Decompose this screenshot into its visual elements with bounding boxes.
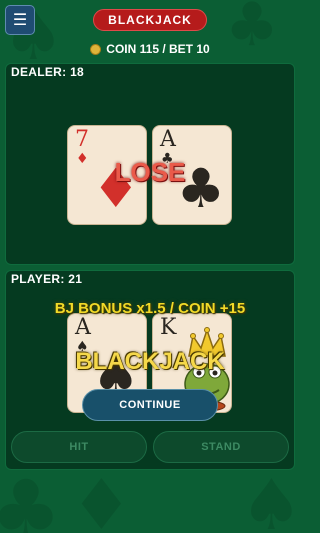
- card-rank: K: [160, 315, 177, 340]
- spade-background-icon: ♠: [240, 464, 300, 533]
- bonus-text: BJ BONUS x1.5 / COIN +15: [54, 300, 246, 317]
- card-rank: A: [75, 315, 91, 340]
- dealer-score-label: DEALER: 18: [11, 65, 85, 79]
- coin-bet-text: COIN 115 / BET 10: [106, 42, 210, 56]
- lose-result-text: LOSE: [114, 157, 186, 187]
- coin-bet-display: COIN 115 / BET 10: [0, 40, 300, 58]
- club-background-icon: ♣: [0, 463, 62, 533]
- coin-icon: [90, 43, 102, 55]
- card-rank: 7: [75, 127, 89, 152]
- hamburger-menu-icon: ☰: [12, 12, 28, 29]
- continue-button[interactable]: CONTINUE: [82, 389, 218, 421]
- stand-button[interactable]: STAND: [153, 431, 289, 463]
- diamond-background-icon: ♦: [70, 464, 133, 533]
- blackjack-result-text: BLACKJACK: [75, 348, 225, 375]
- player-score-label: PLAYER: 21: [11, 272, 83, 286]
- menu-button[interactable]: ☰: [5, 5, 35, 35]
- hit-button[interactable]: HIT: [11, 431, 147, 463]
- card-rank: A: [160, 127, 176, 152]
- game-title: BLACKJACK: [93, 9, 207, 31]
